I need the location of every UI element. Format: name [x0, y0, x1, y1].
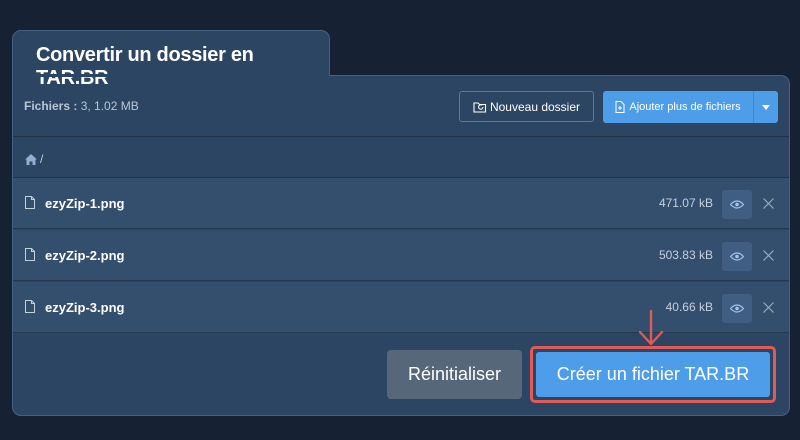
panel-tab: Convertir un dossier en TAR.BR [12, 30, 330, 89]
file-name: ezyZip-2.png [45, 248, 125, 263]
eye-icon [730, 252, 744, 261]
add-files-label: Ajouter plus de fichiers [629, 101, 741, 113]
arrow-down-icon [638, 310, 664, 346]
reset-button[interactable]: Réinitialiser [387, 350, 522, 399]
close-icon [762, 197, 774, 209]
file-row: ezyZip-2.png 503.83 kB [13, 230, 789, 281]
file-size: 471.07 kB [658, 196, 713, 210]
add-files-main[interactable]: Ajouter plus de fichiers [603, 91, 754, 123]
file-size: 40.66 kB [665, 300, 713, 314]
breadcrumb-separator: / [40, 152, 44, 166]
folder-refresh-icon [473, 101, 487, 113]
remove-file-button[interactable] [759, 194, 777, 212]
file-size: 503.83 kB [658, 248, 713, 262]
preview-button[interactable] [722, 294, 752, 323]
preview-button[interactable] [722, 190, 752, 219]
files-label: Fichiers : [24, 99, 78, 113]
new-folder-button[interactable]: Nouveau dossier [459, 91, 594, 122]
file-row: ezyZip-1.png 471.07 kB [13, 178, 789, 229]
home-icon[interactable] [25, 153, 37, 165]
file-plus-icon [615, 101, 625, 113]
file-icon [25, 196, 35, 209]
file-name: ezyZip-3.png [45, 300, 125, 315]
preview-button[interactable] [722, 242, 752, 271]
file-card: Fichiers : 3, 1.02 MB Nouveau dossier Aj… [12, 75, 790, 416]
eye-icon [730, 200, 744, 209]
page-title: Convertir un dossier en TAR.BR [36, 44, 254, 89]
files-count-size: 3, 1.02 MB [80, 99, 139, 113]
file-row: ezyZip-3.png 40.66 kB [13, 282, 789, 333]
breadcrumb: / [25, 152, 43, 166]
caret-down-icon [762, 104, 770, 110]
breadcrumb-row: / [13, 137, 789, 178]
create-button-highlight: Créer un fichier TAR.BR [530, 346, 776, 403]
file-icon [25, 248, 35, 261]
add-files-button[interactable]: Ajouter plus de fichiers [603, 91, 778, 123]
add-files-dropdown[interactable] [754, 91, 778, 123]
files-summary: Fichiers : 3, 1.02 MB [24, 99, 139, 113]
file-icon [25, 300, 35, 313]
converter-panel: Convertir un dossier en TAR.BR Fichiers … [12, 30, 790, 416]
close-icon [762, 301, 774, 313]
create-tarbr-button[interactable]: Créer un fichier TAR.BR [536, 352, 770, 397]
remove-file-button[interactable] [759, 298, 777, 316]
file-name: ezyZip-1.png [45, 196, 125, 211]
remove-file-button[interactable] [759, 246, 777, 264]
close-icon [762, 249, 774, 261]
eye-icon [730, 304, 744, 313]
new-folder-label: Nouveau dossier [489, 99, 581, 114]
